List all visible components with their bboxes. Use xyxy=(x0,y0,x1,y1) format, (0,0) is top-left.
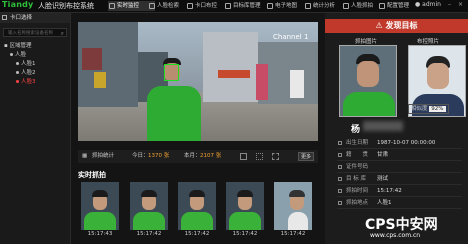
camera-node-icon xyxy=(16,71,19,74)
tree-item-face-group[interactable]: 人脸 xyxy=(0,51,70,60)
stats-icon: ▦ xyxy=(82,153,88,159)
search-icon[interactable]: ⌕ xyxy=(61,29,64,38)
warning-icon: ⚠ xyxy=(375,21,383,30)
capture-time: 15:17:42 xyxy=(232,231,258,237)
device-search-input[interactable]: 输入名称搜索设备名称 ⌕ xyxy=(3,28,67,37)
watermark-logo: CPS中安网 xyxy=(365,217,438,233)
layout-2x2-button[interactable] xyxy=(256,153,263,160)
capture-time: 15:17:42 xyxy=(280,231,306,237)
info-hometown: 籍 贯 甘肃 xyxy=(337,150,462,161)
clock-icon xyxy=(338,189,342,193)
capture-stats-bar: ▦ 抓拍统计 今日： 1370 张 本月： 2107 张 更多 xyxy=(78,150,318,163)
camera-node-icon xyxy=(16,62,19,65)
expand-icon[interactable]: ▪ xyxy=(4,43,8,49)
channel-label: Channel 1 xyxy=(273,33,309,41)
camera-node-icon xyxy=(16,80,19,83)
capture-thumbnail[interactable] xyxy=(178,182,216,230)
info-capture-time: 抓拍时间 15:17:42 xyxy=(337,186,462,197)
capture-time: 15:17:43 xyxy=(87,231,113,237)
tree-item-camera-1[interactable]: 人脸1 xyxy=(0,60,70,69)
person-name: 杨 xyxy=(351,125,361,135)
app-title: 人脸识别布控系统 xyxy=(38,2,94,10)
info-id-number: 证件号码 xyxy=(337,162,462,173)
capture-thumbnail[interactable] xyxy=(274,182,312,230)
snap-photo-label: 抓拍图片 xyxy=(355,39,378,45)
info-capture-location: 抓拍地点 人脸1 xyxy=(337,198,462,209)
alert-header: ⚠ 发现目标 xyxy=(325,19,468,33)
video-feed[interactable]: Channel 1 xyxy=(78,22,318,141)
chart-icon xyxy=(305,3,311,9)
camera-icon xyxy=(187,3,193,9)
face-detection-box xyxy=(164,64,179,81)
gear-icon xyxy=(379,3,385,9)
redacted-name xyxy=(363,121,403,131)
layout-3x3-button[interactable] xyxy=(272,153,279,160)
tree-item-region[interactable]: ▪ 区域管理 xyxy=(0,42,70,51)
location-icon xyxy=(338,153,342,157)
today-count: 1370 张 xyxy=(148,153,170,159)
realtime-capture-title: 实时抓拍 xyxy=(78,171,106,179)
capture-time: 15:17:42 xyxy=(184,231,210,237)
info-birthdate: 出生日期 1987-10-07 00:00:00 xyxy=(337,138,462,149)
sidebar-header: 卡口选择 xyxy=(0,13,70,23)
user-menu[interactable]: ● admin xyxy=(415,1,441,8)
calendar-icon xyxy=(338,141,342,145)
camera-icon xyxy=(2,15,7,20)
library-icon xyxy=(225,3,231,9)
top-bar: Tiandy 人脸识别布控系统 实时监控 人脸检索 卡口布控 目标库管理 电子地… xyxy=(0,0,468,13)
capture-time: 15:17:42 xyxy=(136,231,162,237)
capture-thumbnails: 15:17:43 15:17:42 15:17:42 15:17:42 15:1… xyxy=(78,182,318,242)
user-icon: ● xyxy=(415,1,421,8)
similarity-badge: 相似度 92% xyxy=(408,104,449,114)
snap-photo[interactable] xyxy=(339,45,397,117)
monitor-icon xyxy=(109,3,115,9)
library-icon xyxy=(338,177,342,181)
tree-item-camera-2[interactable]: 人脸2 xyxy=(0,69,70,78)
search-icon xyxy=(149,3,155,9)
watermark-url: www.cps.com.cn xyxy=(370,232,421,239)
info-target-library: 目 标 库 测试 xyxy=(337,174,462,185)
month-count: 2107 张 xyxy=(200,153,222,159)
capture-thumbnail[interactable] xyxy=(81,182,119,230)
id-card-icon xyxy=(338,165,342,169)
minimize-button[interactable]: – xyxy=(446,1,453,9)
close-button[interactable]: × xyxy=(457,1,464,9)
target-photo-label: 布控照片 xyxy=(417,39,440,45)
node-icon xyxy=(10,53,13,56)
layout-1x1-button[interactable] xyxy=(240,153,247,160)
sidebar: 卡口选择 输入名称搜索设备名称 ⌕ ▪ 区域管理 人脸 人脸1 人脸2 人脸3 xyxy=(0,13,71,244)
capture-thumbnail[interactable] xyxy=(130,182,168,230)
more-button[interactable]: 更多 xyxy=(298,152,314,161)
pin-icon xyxy=(338,201,342,205)
brand-logo: Tiandy xyxy=(2,0,34,9)
map-icon xyxy=(267,3,273,9)
capture-thumbnail[interactable] xyxy=(226,182,264,230)
tree-item-camera-3[interactable]: 人脸3 xyxy=(0,78,70,87)
face-icon xyxy=(343,3,349,9)
